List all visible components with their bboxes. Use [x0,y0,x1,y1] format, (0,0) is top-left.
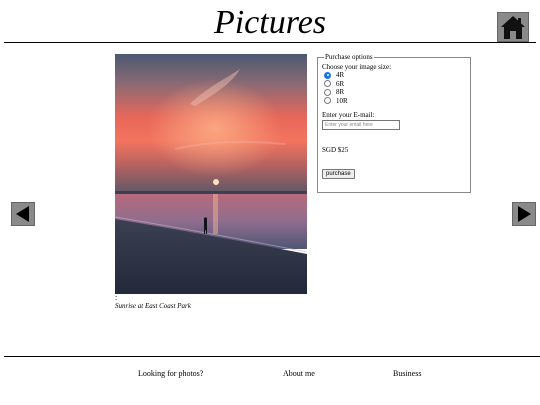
radio-6r[interactable] [324,80,331,88]
email-label: Enter your E-mail: [322,111,375,119]
footer-link-about[interactable]: About me [283,369,315,379]
size-option-10r[interactable]: 10R [322,97,470,106]
size-option-label: 4R [336,71,345,80]
size-label: Choose your image size: [322,63,392,71]
price-text: SGD $25 [322,146,349,154]
size-option-label: 8R [336,88,345,97]
left-arrow-icon [16,206,29,222]
photo-image [115,54,307,294]
photo-caption: Sunrise at East Coast Park [115,302,191,310]
size-option-6r[interactable]: 6R [322,80,470,89]
home-icon [501,16,525,39]
page-title: Pictures [213,4,327,41]
size-option-label: 6R [336,79,345,88]
footer-link-business[interactable]: Business [393,369,421,379]
purchase-button[interactable]: purchase [322,169,355,179]
email-input[interactable]: Enter your email here [322,120,400,130]
radio-8r[interactable] [324,88,331,96]
size-option-label: 10R [336,96,348,105]
right-arrow-icon [518,206,531,222]
header-divider [4,42,536,43]
radio-4r[interactable] [324,71,331,79]
radio-10r[interactable] [324,97,331,105]
size-option-8r[interactable]: 8R [322,88,470,97]
purchase-options-form: Purchase options Choose your image size:… [317,53,471,193]
footer-divider [4,356,540,357]
next-button[interactable] [512,202,536,226]
purchase-options-legend: Purchase options [325,53,373,61]
home-button[interactable] [497,12,529,42]
footer-link-photos[interactable]: Looking for photos? [138,369,203,379]
previous-button[interactable] [11,202,35,226]
size-option-4r[interactable]: 4R [322,71,470,80]
